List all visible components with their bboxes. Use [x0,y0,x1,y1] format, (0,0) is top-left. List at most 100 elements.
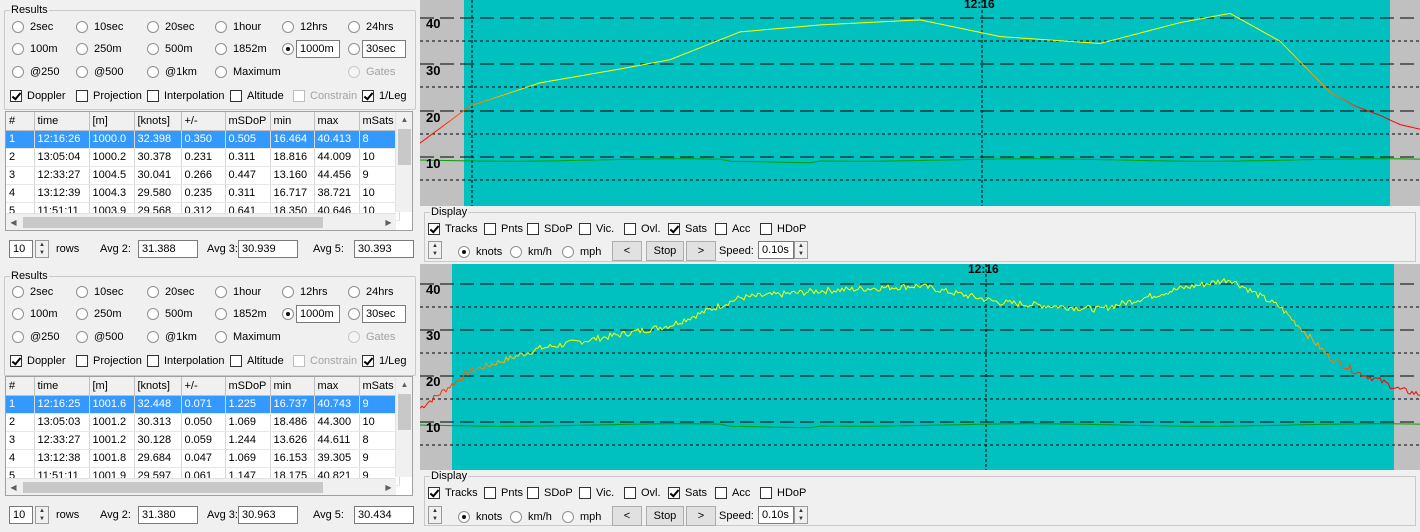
option-10sec[interactable]: 10sec [76,19,123,35]
col-header[interactable]: mSats [359,377,400,396]
table-row[interactable]: 4 13:12:38 1001.8 29.684 0.047 1.069 16.153 39.… [6,449,400,468]
scroll-right-icon[interactable]: ▶ [381,215,396,230]
col-header[interactable]: # [6,377,35,396]
scroll-thumb[interactable] [398,394,411,430]
col-header[interactable]: +/- [181,377,226,396]
scroll-up-icon[interactable]: ▲ [397,377,412,392]
option-alpha-250[interactable]: @250 [12,64,60,80]
rows-spinner[interactable]: ▲ ▼ [35,506,49,524]
table-horizontal-scrollbar[interactable]: ◀ ▶ [6,213,396,230]
option-1852m[interactable]: 1852m [215,306,267,322]
option-20sec[interactable]: 20sec [147,19,194,35]
option-100m[interactable]: 100m [12,41,58,57]
check-ovl[interactable]: Ovl. [624,221,661,237]
table-vertical-scrollbar[interactable]: ▲ [395,112,412,212]
check-tracks[interactable]: Tracks [428,221,478,237]
col-header[interactable]: time [34,377,90,396]
table-horizontal-scrollbar[interactable]: ◀ ▶ [6,478,396,495]
option-alpha-500[interactable]: @500 [76,329,124,345]
check-pnts[interactable]: Pnts [484,221,523,237]
check-tracks[interactable]: Tracks [428,485,478,501]
col-header[interactable]: +/- [181,112,226,131]
col-header[interactable]: [m] [89,112,135,131]
col-header[interactable]: max [314,112,360,131]
col-header[interactable]: time [34,112,90,131]
col-header[interactable]: mSDoP [225,112,271,131]
col-header[interactable]: min [270,112,315,131]
col-header[interactable]: [m] [89,377,135,396]
scroll-right-icon[interactable]: ▶ [381,480,396,495]
col-header[interactable]: mSDoP [225,377,271,396]
display-spinner[interactable]: ▲ ▼ [428,241,442,259]
check-sdop[interactable]: SDoP [527,485,573,501]
check-projection[interactable]: Projection [76,88,142,104]
option-12hrs[interactable]: 12hrs [282,284,328,300]
option-24hrs[interactable]: 24hrs [348,19,394,35]
check-ovl[interactable]: Ovl. [624,485,661,501]
table-row[interactable]: 4 13:12:39 1004.3 29.580 0.235 0.311 16.717 38.… [6,184,400,203]
previous-button[interactable]: < [612,506,642,526]
scroll-thumb[interactable] [23,482,323,493]
unit-kmh[interactable]: km/h [510,244,552,260]
check-vic[interactable]: Vic. [579,485,614,501]
table-row[interactable]: 3 12:33:27 1004.5 30.041 0.266 0.447 13.160 44.… [6,166,400,185]
check-acc[interactable]: Acc [715,221,750,237]
check-hdop[interactable]: HDoP [760,485,806,501]
option-alpha-500[interactable]: @500 [76,64,124,80]
check-sdop[interactable]: SDoP [527,221,573,237]
option-1hour[interactable]: 1hour [215,284,261,300]
option-1852m[interactable]: 1852m [215,41,267,57]
custom-time-field[interactable]: 30sec [362,40,406,58]
option-maximum[interactable]: Maximum [215,64,281,80]
option-250m[interactable]: 250m [76,41,122,57]
previous-button[interactable]: < [612,241,642,261]
unit-knots[interactable]: knots [458,509,502,525]
check-interpolation[interactable]: Interpolation [147,88,225,104]
speed-spinner[interactable]: ▲ ▼ [794,241,808,259]
unit-mph[interactable]: mph [562,244,601,260]
check-sats[interactable]: Sats [668,485,707,501]
custom-time-field[interactable]: 30sec [362,305,406,323]
option-alpha-1km[interactable]: @1km [147,329,197,345]
scroll-left-icon[interactable]: ◀ [6,480,21,495]
check-1leg[interactable]: 1/Leg [362,88,407,104]
check-altitude[interactable]: Altitude [230,353,284,369]
check-doppler[interactable]: Doppler [10,88,66,104]
unit-kmh[interactable]: km/h [510,509,552,525]
check-altitude[interactable]: Altitude [230,88,284,104]
option-24hrs[interactable]: 24hrs [348,284,394,300]
next-button[interactable]: > [686,241,716,261]
speed-chart-1[interactable]: 40 30 20 10 12:16 [420,0,1420,206]
option-12hrs[interactable]: 12hrs [282,19,328,35]
speed-chart-svg[interactable]: 40 30 20 10 12:16 [420,264,1420,470]
rows-count-field[interactable]: 10 [9,506,33,524]
option-250m[interactable]: 250m [76,306,122,322]
check-1leg[interactable]: 1/Leg [362,353,407,369]
table-row[interactable]: 2 13:05:03 1001.2 30.313 0.050 1.069 18.486 44.… [6,413,400,432]
table-row[interactable]: 2 13:05:04 1000.2 30.378 0.231 0.311 18.816 44.… [6,148,400,167]
speed-field[interactable]: 0.10s [758,241,794,259]
results-table[interactable]: # time [m] [knots] +/- mSDoP min max mSa… [5,111,413,231]
display-spinner[interactable]: ▲ ▼ [428,506,442,524]
option-500m[interactable]: 500m [147,306,193,322]
option-20sec[interactable]: 20sec [147,284,194,300]
option-500m[interactable]: 500m [147,41,193,57]
next-button[interactable]: > [686,506,716,526]
stop-button[interactable]: Stop [646,241,684,261]
speed-field[interactable]: 0.10s [758,506,794,524]
results-table[interactable]: # time [m] [knots] +/- mSDoP min max mSa… [5,376,413,496]
col-header[interactable]: [knots] [134,377,182,396]
speed-spinner[interactable]: ▲ ▼ [794,506,808,524]
option-maximum[interactable]: Maximum [215,329,281,345]
option-100m[interactable]: 100m [12,306,58,322]
scroll-thumb[interactable] [23,217,323,228]
check-hdop[interactable]: HDoP [760,221,806,237]
check-sats[interactable]: Sats [668,221,707,237]
option-alpha-1km[interactable]: @1km [147,64,197,80]
option-2sec[interactable]: 2sec [12,19,53,35]
check-projection[interactable]: Projection [76,353,142,369]
check-interpolation[interactable]: Interpolation [147,353,225,369]
speed-chart-svg[interactable]: 40 30 20 10 12:16 [420,0,1420,206]
col-header[interactable]: # [6,112,35,131]
rows-spinner[interactable]: ▲ ▼ [35,240,49,258]
